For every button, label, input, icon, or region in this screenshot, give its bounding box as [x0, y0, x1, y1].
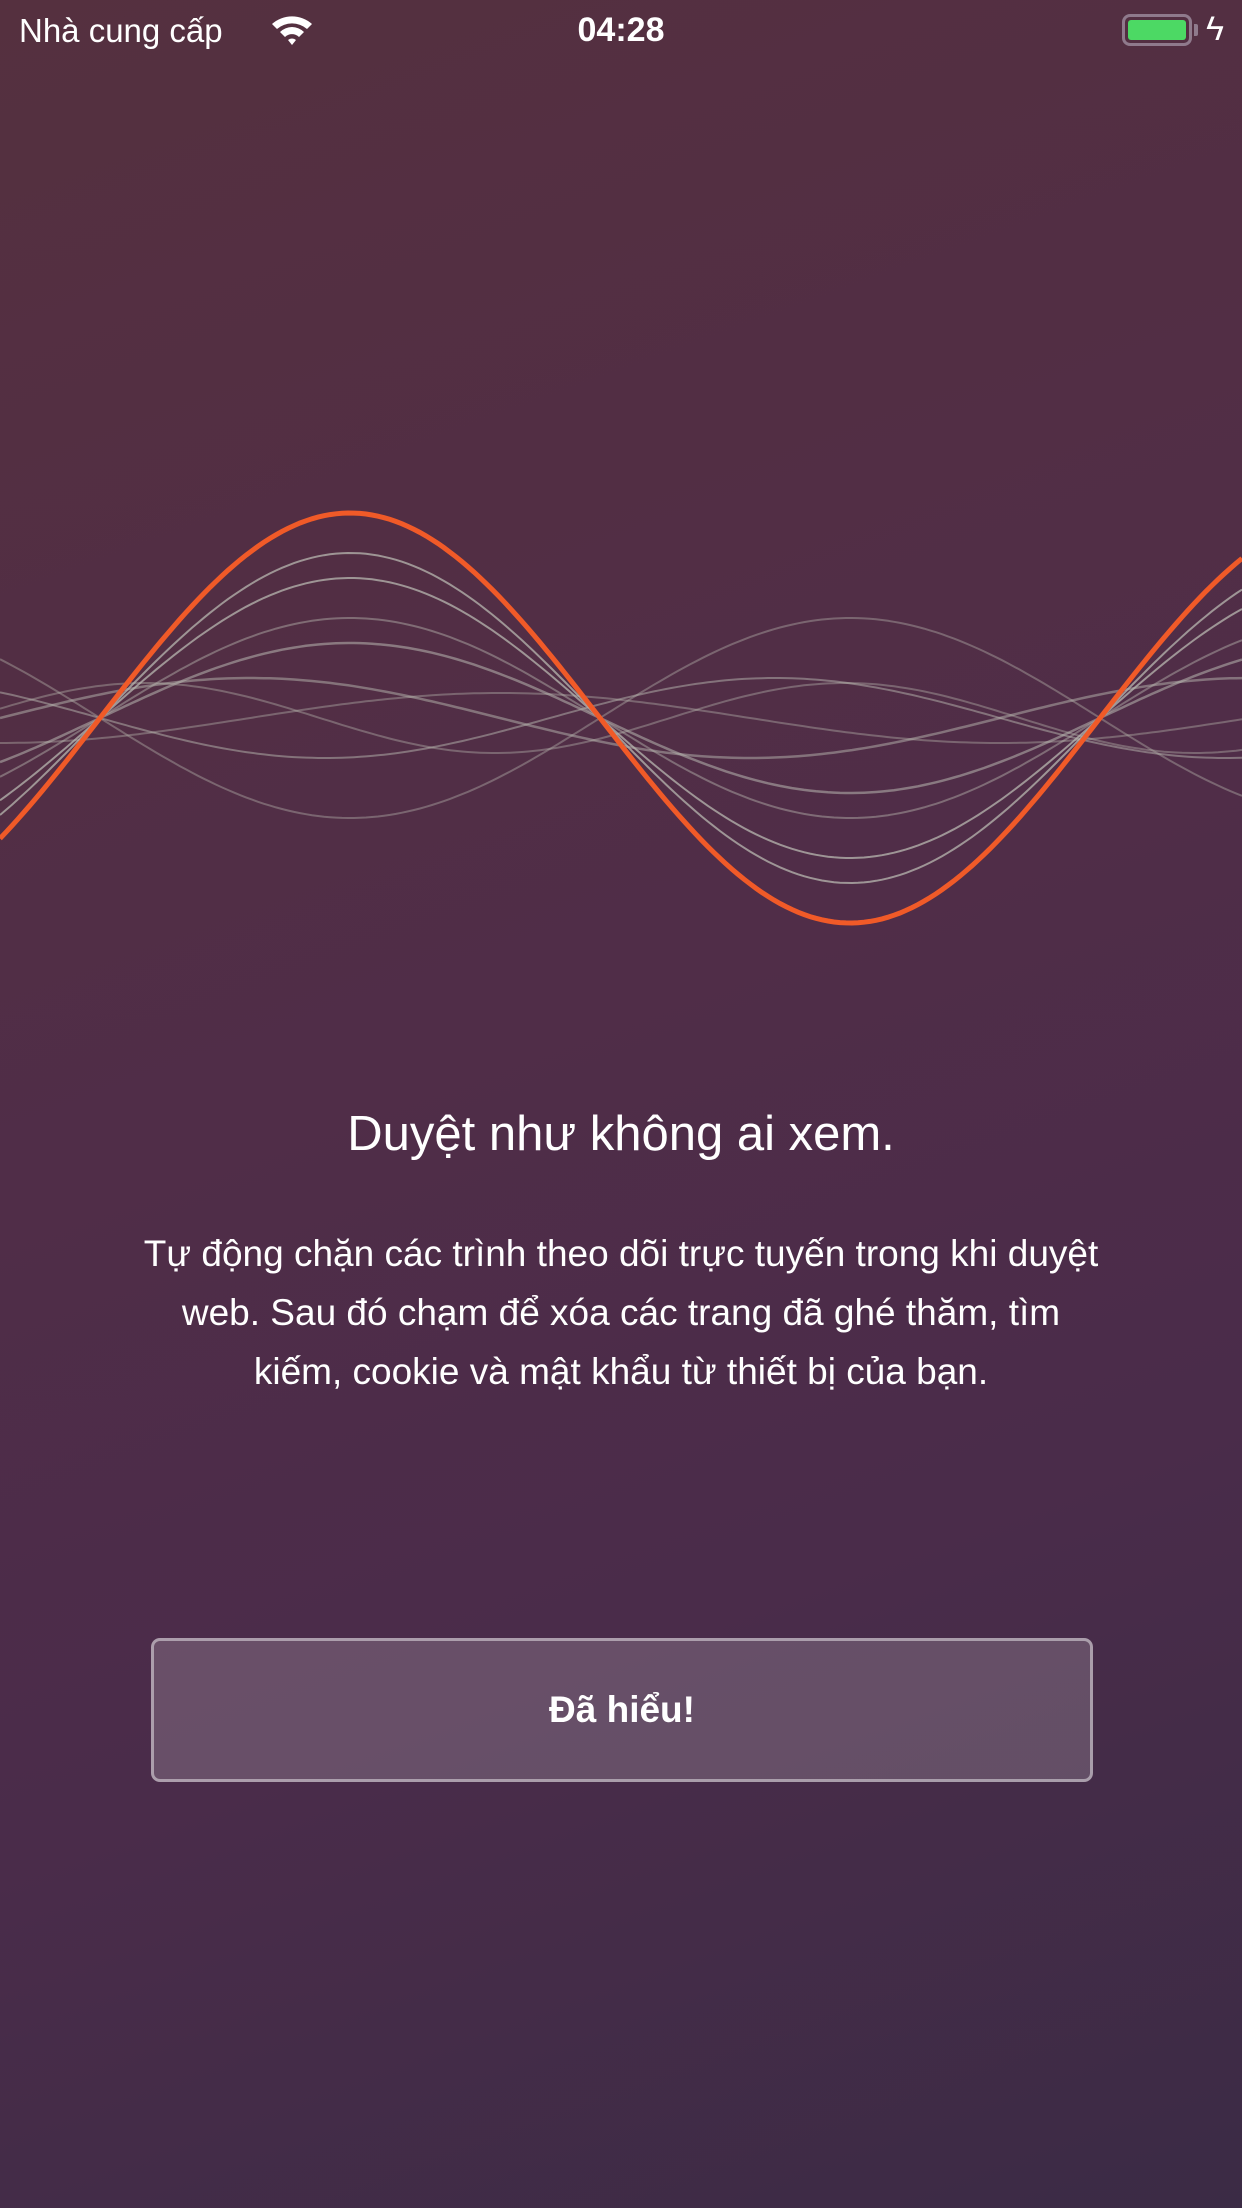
onboarding-description: Tự động chặn các trình theo dõi trực tuy…	[143, 1233, 1099, 1392]
status-bar: Nhà cung cấp 04:28 ϟ	[0, 0, 1242, 62]
battery-nub	[1194, 24, 1198, 36]
got-it-button[interactable]: Đã hiểu!	[151, 1638, 1093, 1782]
battery-icon	[1122, 14, 1192, 46]
accent-wave	[0, 510, 1242, 926]
got-it-button-label: Đã hiểu!	[549, 1689, 695, 1730]
gray-wave	[0, 617, 1242, 819]
gray-wave	[0, 577, 1242, 859]
wave-illustration	[0, 510, 1242, 926]
gray-wave	[0, 617, 1242, 819]
charging-bolt-icon: ϟ	[1206, 10, 1224, 48]
clock: 04:28	[577, 11, 665, 49]
onboarding-title: Duyệt như không ai xem.	[347, 1107, 895, 1161]
gray-wave	[0, 551, 1242, 885]
